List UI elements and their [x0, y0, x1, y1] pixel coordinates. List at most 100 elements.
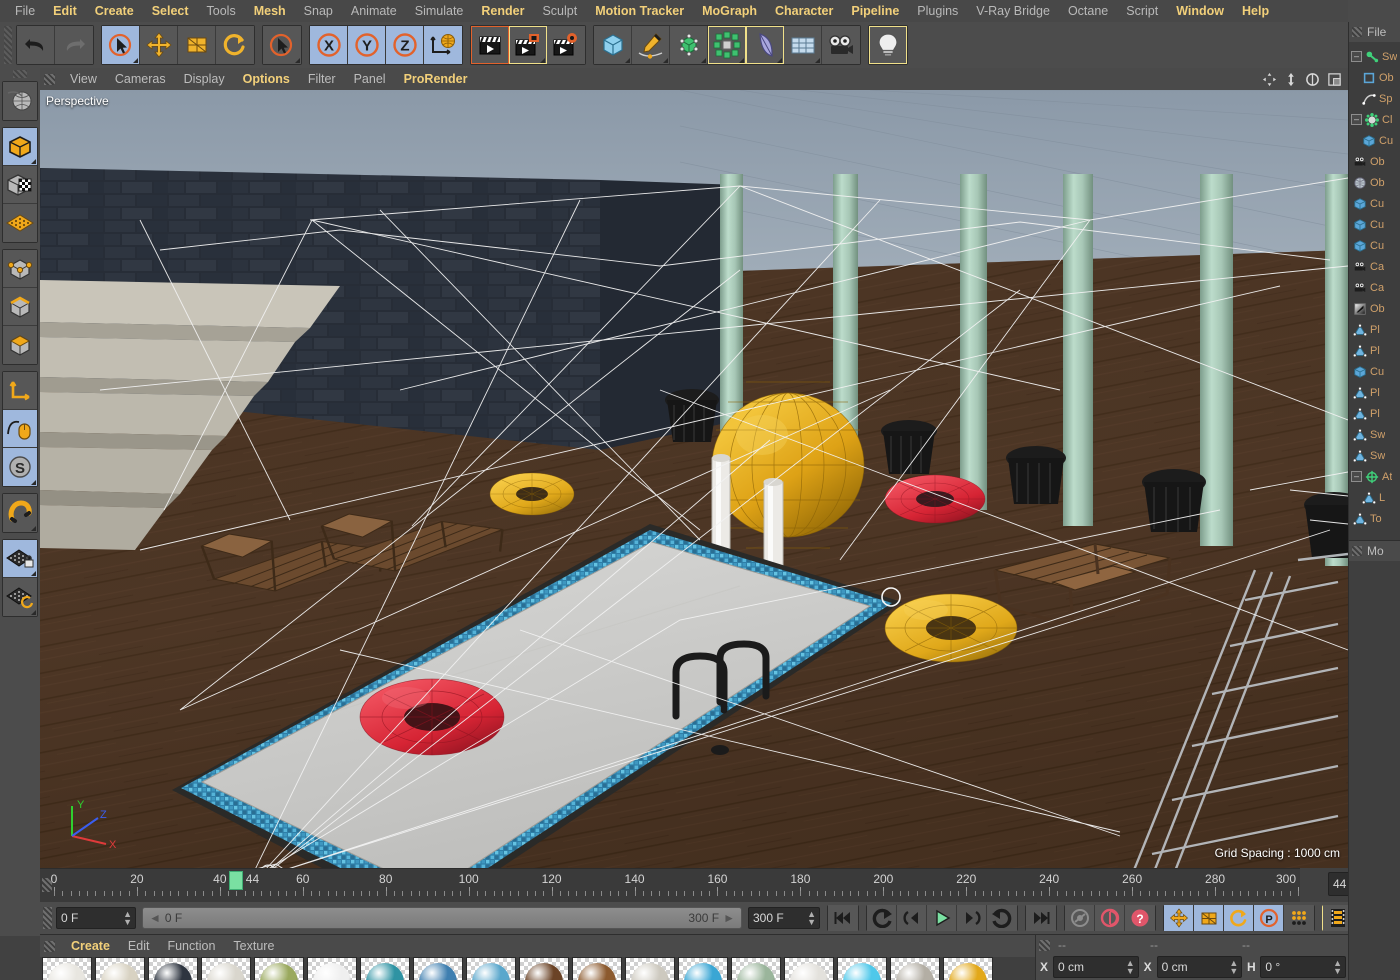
- add-scene-object[interactable]: [746, 26, 784, 64]
- next-keyframe-button[interactable]: [987, 905, 1017, 931]
- object-manager-file-menu[interactable]: File: [1367, 25, 1386, 39]
- menu-item-mograph[interactable]: MoGraph: [693, 0, 766, 22]
- object-tree-row[interactable]: Cu: [1349, 214, 1400, 235]
- viewport-drag-handle[interactable]: [44, 74, 55, 85]
- object-tree-row[interactable]: Ca: [1349, 256, 1400, 277]
- coord-spinner[interactable]: ▲▼: [1229, 959, 1238, 975]
- size-x-field[interactable]: 0 cm▲▼: [1157, 956, 1243, 978]
- enable-axis-button[interactable]: [3, 372, 37, 410]
- object-tree-row[interactable]: Pl: [1349, 319, 1400, 340]
- material-yellow-plastic[interactable]: [943, 957, 993, 980]
- viewport-menu-panel[interactable]: Panel: [345, 72, 395, 86]
- position-x-field[interactable]: 0 cm▲▼: [1053, 956, 1139, 978]
- material-beige-stone[interactable]: [95, 957, 145, 980]
- coord-spinner[interactable]: ▲▼: [1333, 959, 1342, 975]
- object-tree-row[interactable]: Cu: [1349, 235, 1400, 256]
- menu-item-file[interactable]: File: [6, 0, 44, 22]
- add-deformer[interactable]: [708, 26, 746, 64]
- world-object-coordinates[interactable]: [424, 26, 462, 64]
- material-light-concrete[interactable]: [201, 957, 251, 980]
- menu-item-render[interactable]: Render: [472, 0, 533, 22]
- object-tree-row[interactable]: Pl: [1349, 340, 1400, 361]
- move-tool[interactable]: [140, 26, 178, 64]
- keyframe-selection-button[interactable]: ?: [1125, 905, 1155, 931]
- rotate-tool[interactable]: [216, 26, 254, 64]
- material-menu-create[interactable]: Create: [62, 939, 119, 953]
- timeline-track[interactable]: 0204060801001201401601802002202402602803…: [54, 869, 1298, 903]
- menu-item-window[interactable]: Window: [1167, 0, 1233, 22]
- menu-item-animate[interactable]: Animate: [342, 0, 406, 22]
- point-level-animation-button[interactable]: [1284, 905, 1314, 931]
- viewport-menu-prorender[interactable]: ProRender: [395, 72, 477, 86]
- menu-item-edit[interactable]: Edit: [44, 0, 86, 22]
- add-light[interactable]: [869, 26, 907, 64]
- add-environment[interactable]: [784, 26, 822, 64]
- tree-expand-toggle[interactable]: –: [1351, 51, 1362, 62]
- menu-item-snap[interactable]: Snap: [295, 0, 342, 22]
- timeline-playhead[interactable]: [229, 871, 243, 890]
- record-active-objects-button[interactable]: [1065, 905, 1095, 931]
- menu-item-octane[interactable]: Octane: [1059, 0, 1117, 22]
- menu-item-create[interactable]: Create: [86, 0, 143, 22]
- material-sage-green[interactable]: [731, 957, 781, 980]
- add-camera[interactable]: [822, 26, 860, 64]
- menu-item-tools[interactable]: Tools: [198, 0, 245, 22]
- object-manager-drag-handle[interactable]: [1352, 27, 1362, 37]
- step-forward-button[interactable]: [957, 905, 987, 931]
- object-tree-row[interactable]: –Sw: [1349, 46, 1400, 67]
- preview-range-slider[interactable]: ◄ 0 F 300 F ►: [142, 907, 742, 929]
- object-tree-row[interactable]: To: [1349, 508, 1400, 529]
- add-generator[interactable]: [670, 26, 708, 64]
- menu-item-select[interactable]: Select: [143, 0, 198, 22]
- material-off-white[interactable]: [784, 957, 834, 980]
- spline-pen-tool[interactable]: [632, 26, 670, 64]
- rotate-view-icon[interactable]: [1305, 72, 1320, 87]
- coordinates-drag-handle[interactable]: [1039, 940, 1050, 951]
- material-white-gloss[interactable]: [307, 957, 357, 980]
- menu-item-character[interactable]: Character: [766, 0, 842, 22]
- edges-mode-button[interactable]: [3, 288, 37, 326]
- object-tree-row[interactable]: Sw: [1349, 445, 1400, 466]
- object-tree-row[interactable]: Ob: [1349, 151, 1400, 172]
- viewport-solo-button[interactable]: [3, 410, 37, 448]
- parameter-key-button[interactable]: P: [1254, 905, 1284, 931]
- current-time-field[interactable]: 0 F ▲▼: [56, 907, 136, 929]
- viewport-menu-view[interactable]: View: [61, 72, 106, 86]
- material-menu-texture[interactable]: Texture: [224, 939, 283, 953]
- menu-item-pipeline[interactable]: Pipeline: [842, 0, 908, 22]
- material-manager-drag-handle[interactable]: [44, 941, 55, 952]
- object-tree-row[interactable]: –At: [1349, 466, 1400, 487]
- coord-spinner[interactable]: ▲▼: [1126, 959, 1135, 975]
- autokeying-button[interactable]: [1095, 905, 1125, 931]
- object-tree-row[interactable]: Ob: [1349, 67, 1400, 88]
- lock-y-axis[interactable]: Y: [348, 26, 386, 64]
- live-selection-tool[interactable]: [102, 26, 140, 64]
- object-tree-row[interactable]: Sp: [1349, 88, 1400, 109]
- material-grey-stone[interactable]: [625, 957, 675, 980]
- current-time-spinner[interactable]: ▲▼: [123, 910, 132, 926]
- menu-item-sculpt[interactable]: Sculpt: [533, 0, 586, 22]
- points-mode-button[interactable]: [3, 250, 37, 288]
- position-key-button[interactable]: [1164, 905, 1194, 931]
- render-settings-button[interactable]: [547, 26, 585, 64]
- dolly-view-icon[interactable]: [1284, 72, 1298, 87]
- object-tree-row[interactable]: Pl: [1349, 382, 1400, 403]
- end-frame-spinner[interactable]: ▲▼: [807, 910, 816, 926]
- material-medium-wood[interactable]: [572, 957, 622, 980]
- planar-workplane-button[interactable]: [3, 578, 37, 616]
- play-button[interactable]: [927, 905, 957, 931]
- tree-expand-toggle[interactable]: –: [1351, 471, 1362, 482]
- viewport-3d-scene[interactable]: Perspective Grid Spacing : 1000 cm Y X Z: [40, 90, 1348, 868]
- select-mode-button[interactable]: [263, 26, 301, 64]
- rotation-h-field[interactable]: 0 °▲▼: [1260, 956, 1346, 978]
- material-light-blue-tile[interactable]: [466, 957, 516, 980]
- add-cube-primitive[interactable]: [594, 26, 632, 64]
- redo-button[interactable]: [55, 26, 93, 64]
- object-tree-row[interactable]: Cu: [1349, 361, 1400, 382]
- viewport-menu-cameras[interactable]: Cameras: [106, 72, 175, 86]
- object-tree-row[interactable]: Ob: [1349, 172, 1400, 193]
- material-blue-tile[interactable]: [413, 957, 463, 980]
- workplane-lock-button[interactable]: [3, 540, 37, 578]
- object-tree-row[interactable]: –Cl: [1349, 109, 1400, 130]
- undo-button[interactable]: [17, 26, 55, 64]
